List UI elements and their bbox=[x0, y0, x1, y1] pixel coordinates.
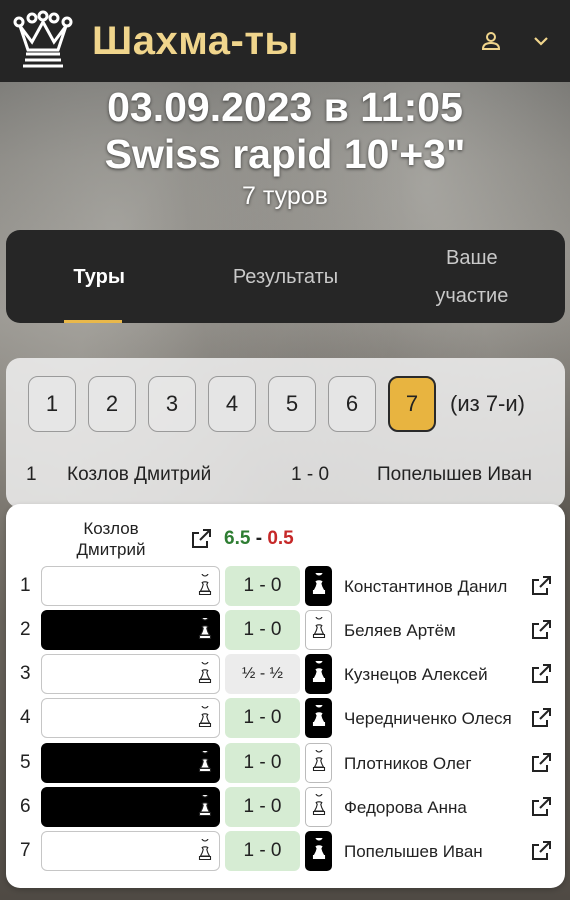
external-link-icon[interactable] bbox=[529, 618, 553, 647]
player-color-cell bbox=[41, 610, 220, 650]
pawn-icon bbox=[197, 701, 213, 733]
score-separator: - bbox=[255, 528, 263, 549]
opponent-name[interactable]: Кузнецов Алексей bbox=[344, 653, 524, 695]
external-link-icon[interactable] bbox=[529, 574, 553, 603]
game-round-number: 1 bbox=[20, 575, 31, 596]
player-color-cell bbox=[41, 698, 220, 738]
pairing-board-number: 1 bbox=[26, 464, 37, 485]
player-name: Козлов Дмитрий bbox=[76, 519, 146, 559]
tab-rounds[interactable]: Туры bbox=[6, 230, 192, 323]
pairing-black-player: Попелышев Иван bbox=[377, 464, 532, 485]
opponent-name[interactable]: Беляев Артём bbox=[344, 609, 524, 651]
opponent-color-cell bbox=[305, 566, 332, 606]
pawn-icon bbox=[311, 699, 327, 732]
pawn-icon bbox=[311, 567, 327, 600]
player-color-cell bbox=[41, 566, 220, 606]
game-row[interactable]: 4 1 - 0 Чередниченко Олеся bbox=[6, 697, 565, 739]
opponent-color-cell bbox=[305, 831, 332, 871]
pawn-icon bbox=[197, 569, 213, 601]
app-header: Шахма-ты bbox=[0, 0, 570, 82]
round-button-4[interactable]: 4 bbox=[208, 376, 256, 432]
pawn-icon bbox=[311, 655, 327, 688]
opponent-color-cell bbox=[305, 610, 332, 650]
game-round-number: 4 bbox=[20, 707, 31, 728]
app-title: Шахма-ты bbox=[92, 18, 300, 63]
round-button-6[interactable]: 6 bbox=[328, 376, 376, 432]
rounds-panel: 1 2 3 4 5 6 7 (из 7-и) 1 Козлов Дмитрий … bbox=[6, 358, 565, 508]
player-color-cell bbox=[41, 743, 220, 783]
opponent-name[interactable]: Федорова Анна bbox=[344, 786, 524, 828]
tab-your-participation[interactable]: Ваше участие bbox=[379, 230, 565, 323]
round-button-7[interactable]: 7 bbox=[388, 376, 436, 432]
pawn-icon bbox=[311, 744, 327, 777]
game-row[interactable]: 5 1 - 0 Плотников Олег bbox=[6, 742, 565, 784]
external-link-icon[interactable] bbox=[189, 527, 213, 556]
player-color-cell bbox=[41, 654, 220, 694]
pawn-icon bbox=[311, 832, 327, 865]
game-round-number: 6 bbox=[20, 796, 31, 817]
pawn-icon bbox=[197, 657, 213, 689]
pawn-icon bbox=[197, 746, 213, 778]
player-color-cell bbox=[41, 831, 220, 871]
game-result: 1 - 0 bbox=[225, 743, 300, 783]
game-round-number: 2 bbox=[20, 619, 31, 640]
opponent-color-cell bbox=[305, 698, 332, 738]
event-rounds-count: 7 туров bbox=[242, 182, 328, 210]
event-name: Swiss rapid 10'+3" bbox=[104, 131, 466, 177]
external-link-icon[interactable] bbox=[529, 795, 553, 824]
game-row[interactable]: 1 1 - 0 Константинов Данил bbox=[6, 565, 565, 607]
game-round-number: 3 bbox=[20, 663, 31, 684]
tab-results[interactable]: Результаты bbox=[192, 230, 378, 323]
score-losses: 0.5 bbox=[267, 528, 294, 549]
round-button-2[interactable]: 2 bbox=[88, 376, 136, 432]
pawn-icon bbox=[311, 788, 327, 821]
chevron-down-icon[interactable] bbox=[526, 26, 556, 56]
event-header: 03.09.2023 в 11:05 Swiss rapid 10'+3" 7 … bbox=[0, 84, 570, 212]
pairing-white-player: Козлов Дмитрий bbox=[67, 464, 212, 485]
external-link-icon[interactable] bbox=[529, 839, 553, 868]
score-wins: 6.5 bbox=[224, 528, 251, 549]
round-selector: 1 2 3 4 5 6 7 (из 7-и) bbox=[28, 376, 525, 432]
game-result: 1 - 0 bbox=[225, 566, 300, 606]
external-link-icon[interactable] bbox=[529, 751, 553, 780]
game-result: 1 - 0 bbox=[225, 787, 300, 827]
game-row[interactable]: 2 1 - 0 Беляев Артём bbox=[6, 609, 565, 651]
opponent-color-cell bbox=[305, 743, 332, 783]
game-round-number: 7 bbox=[20, 840, 31, 861]
tab-your-participation-label: Ваше участие bbox=[435, 246, 509, 307]
player-card: Козлов Дмитрий 6.5 - 0.5 1 1 - 0 Константи… bbox=[6, 504, 565, 888]
opponent-name[interactable]: Плотников Олег bbox=[344, 742, 524, 784]
game-row[interactable]: 6 1 - 0 Федорова Анна bbox=[6, 786, 565, 828]
game-row[interactable]: 3 ½ - ½ Кузнецов Алексей bbox=[6, 653, 565, 695]
pawn-icon bbox=[197, 790, 213, 822]
round-button-5[interactable]: 5 bbox=[268, 376, 316, 432]
pawn-icon bbox=[197, 613, 213, 645]
pawn-icon bbox=[311, 611, 327, 644]
game-result: 1 - 0 bbox=[225, 698, 300, 738]
user-icon[interactable] bbox=[476, 26, 506, 56]
crown-logo-icon[interactable] bbox=[10, 8, 76, 74]
tab-bar: Туры Результаты Ваше участие bbox=[6, 230, 565, 323]
game-row[interactable]: 7 1 - 0 Попелышев Иван bbox=[6, 830, 565, 872]
game-result: 1 - 0 bbox=[225, 610, 300, 650]
opponent-color-cell bbox=[305, 787, 332, 827]
pairing-result: 1 - 0 bbox=[291, 464, 330, 485]
game-result: ½ - ½ bbox=[225, 654, 300, 694]
external-link-icon[interactable] bbox=[529, 662, 553, 691]
opponent-name[interactable]: Чередниченко Олеся bbox=[344, 697, 524, 739]
round-button-1[interactable]: 1 bbox=[28, 376, 76, 432]
game-round-number: 5 bbox=[20, 752, 31, 773]
round-total-label: (из 7-и) bbox=[450, 391, 525, 416]
event-date: 03.09.2023 в 11:05 bbox=[107, 84, 463, 130]
player-color-cell bbox=[41, 787, 220, 827]
player-score: 6.5 - 0.5 bbox=[224, 528, 294, 550]
pawn-icon bbox=[197, 834, 213, 866]
opponent-name[interactable]: Попелышев Иван bbox=[344, 830, 524, 872]
game-result: 1 - 0 bbox=[225, 831, 300, 871]
opponent-color-cell bbox=[305, 654, 332, 694]
external-link-icon[interactable] bbox=[529, 706, 553, 735]
pairing-row[interactable]: 1 Козлов Дмитрий 1 - 0 Попелышев Иван bbox=[6, 454, 565, 498]
round-button-3[interactable]: 3 bbox=[148, 376, 196, 432]
opponent-name[interactable]: Константинов Данил bbox=[344, 565, 524, 607]
